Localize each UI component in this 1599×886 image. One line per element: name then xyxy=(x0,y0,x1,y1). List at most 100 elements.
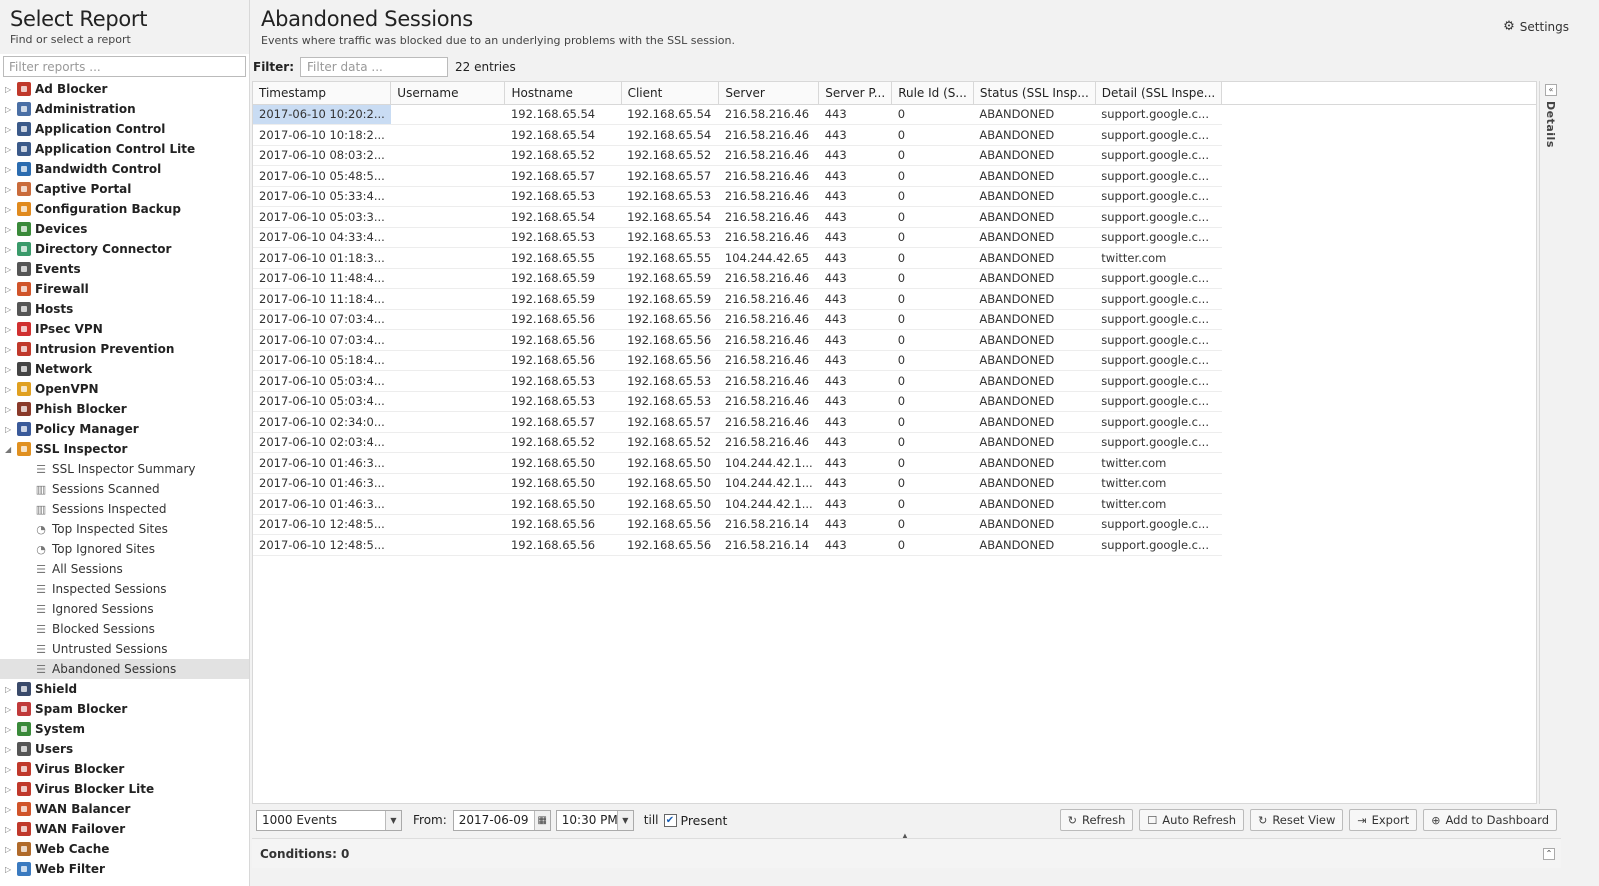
expand-arrow-icon[interactable]: ▷ xyxy=(5,845,14,854)
table-row[interactable]: 2017-06-10 11:48:4... 192.168.65.59 192.16… xyxy=(253,268,1536,289)
table-row[interactable]: 2017-06-10 01:46:3... 192.168.65.50 192.16… xyxy=(253,452,1536,474)
table-row[interactable]: 2017-06-10 02:34:0... 192.168.65.57 192.16… xyxy=(253,411,1536,433)
tree-node-directory-connector[interactable]: ▷ Directory Connector xyxy=(0,239,249,259)
tree-node-ipsec-vpn[interactable]: ▷ IPsec VPN xyxy=(0,319,249,339)
expand-arrow-icon[interactable]: ▷ xyxy=(5,345,14,354)
tree-node-bandwidth-control[interactable]: ▷ Bandwidth Control xyxy=(0,159,249,179)
tree-node-ssl-inspector[interactable]: ◢ SSL Inspector xyxy=(0,439,249,459)
table-row[interactable]: 2017-06-10 07:03:4... 192.168.65.56 192.16… xyxy=(253,329,1536,351)
tree-leaf-sessions-scanned[interactable]: ▥ Sessions Scanned xyxy=(0,479,249,499)
tree-node-users[interactable]: ▷ Users xyxy=(0,739,249,759)
tree-leaf-all-sessions[interactable]: ☰ All Sessions xyxy=(0,559,249,579)
add-to-dashboard-button[interactable]: ⊕ Add to Dashboard xyxy=(1423,809,1557,831)
tree-node-captive-portal[interactable]: ▷ Captive Portal xyxy=(0,179,249,199)
tree-node-configuration-backup[interactable]: ▷ Configuration Backup xyxy=(0,199,249,219)
tree-node-virus-blocker-lite[interactable]: ▷ Virus Blocker Lite xyxy=(0,779,249,799)
column-header[interactable]: Server xyxy=(718,82,820,105)
tree-node-wan-balancer[interactable]: ▷ WAN Balancer xyxy=(0,799,249,819)
tree-leaf-top-inspected-sites[interactable]: ◔ Top Inspected Sites xyxy=(0,519,249,539)
tree-node-web-cache[interactable]: ▷ Web Cache xyxy=(0,839,249,859)
report-filter-input[interactable] xyxy=(3,56,246,77)
expand-arrow-icon[interactable]: ▷ xyxy=(5,245,14,254)
table-row[interactable]: 2017-06-10 11:18:4... 192.168.65.59 192.16… xyxy=(253,288,1536,310)
table-row[interactable]: 2017-06-10 07:03:4... 192.168.65.56 192.16… xyxy=(253,309,1536,330)
collapse-left-icon[interactable]: « xyxy=(1545,84,1557,96)
expand-arrow-icon[interactable]: ▷ xyxy=(5,685,14,694)
tree-node-phish-blocker[interactable]: ▷ Phish Blocker xyxy=(0,399,249,419)
chevron-down-icon[interactable]: ▼ xyxy=(385,810,401,830)
column-header[interactable]: Client xyxy=(621,82,720,105)
tree-node-intrusion-prevention[interactable]: ▷ Intrusion Prevention xyxy=(0,339,249,359)
table-row[interactable]: 2017-06-10 04:33:4... 192.168.65.53 192.16… xyxy=(253,227,1536,248)
collapse-up-icon[interactable]: ⌃ xyxy=(1543,848,1555,860)
tree-leaf-inspected-sessions[interactable]: ☰ Inspected Sessions xyxy=(0,579,249,599)
expand-arrow-icon[interactable]: ▷ xyxy=(5,325,14,334)
tree-node-system[interactable]: ▷ System xyxy=(0,719,249,739)
tree-leaf-top-ignored-sites[interactable]: ◔ Top Ignored Sites xyxy=(0,539,249,559)
expand-arrow-icon[interactable]: ▷ xyxy=(5,865,14,874)
column-header[interactable]: Username xyxy=(390,82,506,105)
tree-node-spam-blocker[interactable]: ▷ Spam Blocker xyxy=(0,699,249,719)
chevron-down-icon[interactable]: ▼ xyxy=(616,810,633,830)
tree-leaf-untrusted-sessions[interactable]: ☰ Untrusted Sessions xyxy=(0,639,249,659)
expand-arrow-icon[interactable]: ▷ xyxy=(5,205,14,214)
tree-node-hosts[interactable]: ▷ Hosts xyxy=(0,299,249,319)
events-limit-select[interactable]: 1000 Events ▼ xyxy=(256,809,402,831)
calendar-icon[interactable]: ▦ xyxy=(533,810,550,830)
expand-arrow-icon[interactable]: ▷ xyxy=(5,765,14,774)
column-header[interactable]: Status (SSL Insp... xyxy=(973,82,1096,105)
table-row[interactable]: 2017-06-10 08:03:2... 192.168.65.52 192.16… xyxy=(253,145,1536,166)
tree-node-ad-blocker[interactable]: ▷ Ad Blocker xyxy=(0,79,249,99)
tree-node-policy-manager[interactable]: ▷ Policy Manager xyxy=(0,419,249,439)
expand-arrow-icon[interactable]: ▷ xyxy=(5,705,14,714)
auto-refresh-button[interactable]: ☐ Auto Refresh xyxy=(1139,809,1245,831)
expand-arrow-icon[interactable]: ▷ xyxy=(5,365,14,374)
table-row[interactable]: 2017-06-10 01:18:3... 192.168.65.55 192.16… xyxy=(253,247,1536,269)
column-header[interactable]: Hostname xyxy=(504,82,622,105)
table-row[interactable]: 2017-06-10 05:03:3... 192.168.65.54 192.16… xyxy=(253,206,1536,228)
expand-arrow-icon[interactable]: ▷ xyxy=(5,425,14,434)
from-time-field[interactable]: 10:30 PM ▼ xyxy=(555,809,634,831)
tree-leaf-sessions-inspected[interactable]: ▥ Sessions Inspected xyxy=(0,499,249,519)
expand-arrow-icon[interactable]: ▷ xyxy=(5,405,14,414)
expand-arrow-icon[interactable]: ▷ xyxy=(5,225,14,234)
expand-arrow-icon[interactable]: ▷ xyxy=(5,725,14,734)
table-row[interactable]: 2017-06-10 05:48:5... 192.168.65.57 192.16… xyxy=(253,165,1536,187)
column-header[interactable]: Rule Id (S... xyxy=(891,82,974,105)
column-header[interactable]: Server P... xyxy=(818,82,893,105)
table-row[interactable]: 2017-06-10 05:03:4... 192.168.65.53 192.16… xyxy=(253,391,1536,412)
table-row[interactable]: 2017-06-10 05:33:4... 192.168.65.53 192.16… xyxy=(253,186,1536,207)
tree-node-application-control-lite[interactable]: ▷ Application Control Lite xyxy=(0,139,249,159)
column-header[interactable]: Timestamp xyxy=(253,82,392,105)
tree-node-openvpn[interactable]: ▷ OpenVPN xyxy=(0,379,249,399)
expand-arrow-icon[interactable]: ▷ xyxy=(5,185,14,194)
expand-arrow-icon[interactable]: ▷ xyxy=(5,165,14,174)
table-row[interactable]: 2017-06-10 12:48:5... 192.168.65.56 192.16… xyxy=(253,514,1536,535)
conditions-panel[interactable]: Conditions: 0 ⌃ xyxy=(252,838,1561,868)
table-row[interactable]: 2017-06-10 05:03:4... 192.168.65.53 192.16… xyxy=(253,370,1536,392)
tree-node-application-control[interactable]: ▷ Application Control xyxy=(0,119,249,139)
data-filter-input[interactable] xyxy=(300,57,449,77)
tree-node-firewall[interactable]: ▷ Firewall xyxy=(0,279,249,299)
refresh-button[interactable]: ↻ Refresh xyxy=(1059,809,1134,831)
table-row[interactable]: 2017-06-10 12:48:5... 192.168.65.56 192.16… xyxy=(253,534,1536,556)
tree-node-shield[interactable]: ▷ Shield xyxy=(0,679,249,699)
table-row[interactable]: 2017-06-10 10:20:2... 192.168.65.54 192.16… xyxy=(253,104,1536,125)
expand-arrow-icon[interactable]: ▷ xyxy=(5,85,14,94)
export-button[interactable]: ⇥ Export xyxy=(1349,809,1418,831)
tree-node-network[interactable]: ▷ Network xyxy=(0,359,249,379)
tree-node-events[interactable]: ▷ Events xyxy=(0,259,249,279)
tree-node-wan-failover[interactable]: ▷ WAN Failover xyxy=(0,819,249,839)
expand-arrow-icon[interactable]: ▷ xyxy=(5,145,14,154)
present-checkbox[interactable]: ✔ xyxy=(663,813,677,827)
expand-arrow-icon[interactable]: ▷ xyxy=(5,265,14,274)
table-row[interactable]: 2017-06-10 02:03:4... 192.168.65.52 192.16… xyxy=(253,432,1536,453)
expand-arrow-icon[interactable]: ▷ xyxy=(5,785,14,794)
expand-arrow-icon[interactable]: ▷ xyxy=(5,285,14,294)
details-panel[interactable]: « Details xyxy=(1539,81,1561,804)
tree-node-devices[interactable]: ▷ Devices xyxy=(0,219,249,239)
tree-node-administration[interactable]: ▷ Administration xyxy=(0,99,249,119)
tree-node-virus-blocker[interactable]: ▷ Virus Blocker xyxy=(0,759,249,779)
expand-arrow-icon[interactable]: ▷ xyxy=(5,745,14,754)
from-date-field[interactable]: 2017-06-09 ▦ xyxy=(452,809,551,831)
